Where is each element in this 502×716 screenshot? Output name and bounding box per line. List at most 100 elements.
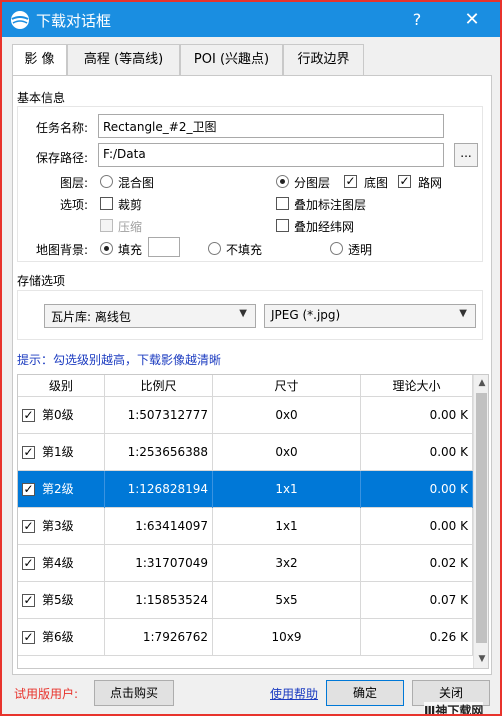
chevron-down-icon: ▼	[239, 308, 247, 319]
bg-fill-radio[interactable]	[100, 242, 113, 255]
layer-split-radio[interactable]	[276, 175, 289, 188]
trial-user-label: 试用版用户:	[14, 687, 79, 701]
fill-color-box[interactable]	[148, 237, 180, 257]
help-link[interactable]: 使用帮助	[270, 685, 318, 702]
image-format-select[interactable]: JPEG (*.jpg) ▼	[264, 304, 476, 328]
site-watermark: Ⅲ神下载网	[424, 702, 484, 714]
tile-library-select[interactable]: 瓦片库: 离线包 ▼	[44, 304, 256, 328]
size-cell: 3x2	[213, 545, 361, 582]
row-checkbox[interactable]: ✓	[22, 483, 35, 496]
table-row[interactable]: 第0级 1:507312777 0x0 0.00 K ✓	[18, 397, 473, 434]
col-scale[interactable]: 比例尺	[105, 375, 213, 397]
scroll-up-icon[interactable]: ▲	[474, 375, 488, 392]
app-globe-icon	[11, 11, 29, 29]
label-layer-checkbox[interactable]	[276, 197, 289, 210]
table-row[interactable]: 第3级 1:63414097 1x1 0.00 K ✓	[18, 508, 473, 545]
theory-size-cell: 0.26 K	[361, 619, 473, 656]
crop-label: 裁剪	[118, 198, 143, 212]
browse-button[interactable]: ...	[454, 143, 478, 167]
tile-library-value: 瓦片库: 离线包	[51, 310, 131, 324]
download-hint: 提示：勾选级别越高，下载影像越清晰	[17, 353, 222, 367]
chevron-down-icon: ▼	[459, 308, 467, 319]
size-cell: 0x0	[213, 434, 361, 471]
compress-label: 压缩	[118, 220, 143, 234]
col-size[interactable]: 尺寸	[213, 375, 361, 397]
table-row[interactable]: 第5级 1:15853524 5x5 0.07 K ✓	[18, 582, 473, 619]
road-network-label: 路网	[418, 176, 443, 190]
scale-cell: 1:63414097	[105, 508, 213, 545]
graticule-checkbox[interactable]	[276, 219, 289, 232]
row-checkbox[interactable]: ✓	[22, 520, 35, 533]
tab-poi[interactable]: POI (兴趣点)	[180, 44, 283, 76]
title-bar[interactable]: 下载对话框 ? ✕	[2, 2, 500, 37]
col-theory-size[interactable]: 理论大小	[361, 375, 473, 397]
tab-content-imagery: 基本信息 任务名称: Rectangle_#2_卫图 保存路径: F:/Data…	[12, 75, 492, 675]
close-icon[interactable]: ✕	[457, 7, 487, 33]
row-checkbox[interactable]: ✓	[22, 409, 35, 422]
crop-checkbox[interactable]	[100, 197, 113, 210]
col-level[interactable]: 级别	[18, 375, 105, 397]
table-header: 级别 比例尺 尺寸 理论大小	[18, 375, 473, 397]
options-label: 选项:	[59, 198, 88, 212]
theory-size-cell: 0.00 K	[361, 471, 473, 508]
road-network-checkbox[interactable]: ✓	[398, 175, 411, 188]
tab-imagery[interactable]: 影 像	[12, 44, 67, 77]
bg-fill-label: 填充	[118, 243, 143, 257]
scale-cell: 1:7926762	[105, 619, 213, 656]
help-icon[interactable]: ?	[402, 7, 432, 33]
size-cell: 10x9	[213, 619, 361, 656]
image-format-value: JPEG (*.jpg)	[271, 308, 341, 322]
theory-size-cell: 0.00 K	[361, 508, 473, 545]
layer-mixed-radio[interactable]	[100, 175, 113, 188]
scale-cell: 1:15853524	[105, 582, 213, 619]
size-cell: 1x1	[213, 508, 361, 545]
layer-mixed-label: 混合图	[118, 176, 155, 190]
size-cell: 0x0	[213, 397, 361, 434]
tab-admin-boundary[interactable]: 行政边界	[283, 44, 364, 76]
table-row[interactable]: 第1级 1:253656388 0x0 0.00 K ✓	[18, 434, 473, 471]
task-name-input[interactable]: Rectangle_#2_卫图	[98, 114, 444, 138]
save-path-label: 保存路径:	[35, 151, 88, 165]
layer-label: 图层:	[59, 176, 88, 190]
layer-split-label: 分图层	[294, 176, 331, 190]
basic-info-group: 任务名称: Rectangle_#2_卫图 保存路径: F:/Data ... …	[17, 106, 483, 262]
table-row[interactable]: 第2级 1:126828194 1x1 0.00 K ✓	[18, 471, 473, 508]
size-cell: 5x5	[213, 582, 361, 619]
base-map-label: 底图	[364, 176, 389, 190]
storage-options-group: 瓦片库: 离线包 ▼ JPEG (*.jpg) ▼	[17, 290, 483, 340]
storage-options-title: 存储选项	[17, 274, 66, 288]
theory-size-cell: 0.02 K	[361, 545, 473, 582]
bg-nofill-radio[interactable]	[208, 242, 221, 255]
table-row[interactable]: 第4级 1:31707049 3x2 0.02 K ✓	[18, 545, 473, 582]
graticule-label: 叠加经纬网	[294, 220, 355, 234]
scale-cell: 1:253656388	[105, 434, 213, 471]
compress-checkbox	[100, 219, 113, 232]
size-cell: 1x1	[213, 471, 361, 508]
save-path-input[interactable]: F:/Data	[98, 143, 444, 167]
bg-nofill-label: 不填充	[226, 243, 263, 257]
bg-transparent-radio[interactable]	[330, 242, 343, 255]
tab-bar: 影 像 高程 (等高线) POI (兴趣点) 行政边界	[12, 44, 492, 77]
row-checkbox[interactable]: ✓	[22, 594, 35, 607]
basic-info-title: 基本信息	[17, 91, 66, 105]
map-background-label: 地图背景:	[35, 243, 88, 257]
scroll-down-icon[interactable]: ▼	[474, 651, 488, 668]
bg-transparent-label: 透明	[348, 243, 373, 257]
row-checkbox[interactable]: ✓	[22, 631, 35, 644]
tab-elevation[interactable]: 高程 (等高线)	[67, 44, 180, 76]
theory-size-cell: 0.07 K	[361, 582, 473, 619]
row-checkbox[interactable]: ✓	[22, 557, 35, 570]
scroll-thumb[interactable]	[476, 393, 487, 643]
scale-cell: 1:126828194	[105, 471, 213, 508]
table-row[interactable]: 第6级 1:7926762 10x9 0.26 K ✓	[18, 619, 473, 656]
label-layer-label: 叠加标注图层	[294, 198, 367, 212]
scale-cell: 1:31707049	[105, 545, 213, 582]
base-map-checkbox[interactable]: ✓	[344, 175, 357, 188]
table-scrollbar[interactable]: ▲ ▼	[473, 375, 488, 668]
buy-button[interactable]: 点击购买	[94, 680, 174, 706]
scale-cell: 1:507312777	[105, 397, 213, 434]
task-name-label: 任务名称:	[35, 121, 88, 135]
ok-button[interactable]: 确定	[326, 680, 404, 706]
row-checkbox[interactable]: ✓	[22, 446, 35, 459]
window-title: 下载对话框	[36, 12, 112, 30]
